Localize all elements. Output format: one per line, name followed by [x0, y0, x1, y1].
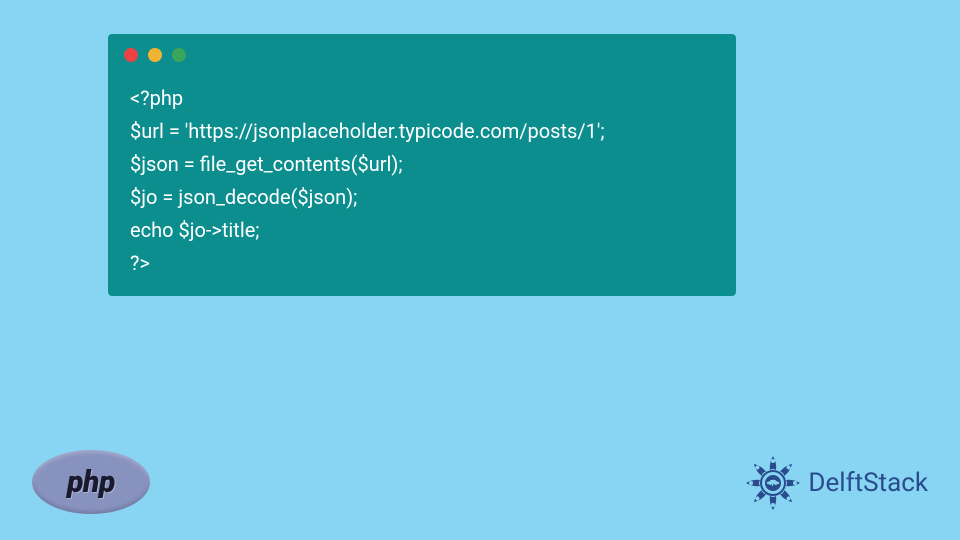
code-body: <?php $url = 'https://jsonplaceholder.ty… — [130, 82, 714, 280]
code-line: echo $jo->title; — [130, 214, 714, 247]
svg-text:</>: </> — [767, 478, 780, 488]
delftstack-logo-text: DelftStack — [808, 468, 928, 498]
php-logo: php — [32, 450, 150, 514]
code-line: ?> — [130, 247, 714, 280]
minimize-icon — [148, 48, 162, 62]
code-line: $jo = json_decode($json); — [130, 181, 714, 214]
code-window: <?php $url = 'https://jsonplaceholder.ty… — [108, 34, 736, 296]
code-line: <?php — [130, 82, 714, 115]
php-logo-text: php — [67, 465, 115, 500]
code-line: $json = file_get_contents($url); — [130, 148, 714, 181]
code-line: $url = 'https://jsonplaceholder.typicode… — [130, 115, 714, 148]
delftstack-logo: </> DelftStack — [744, 454, 928, 512]
close-icon — [124, 48, 138, 62]
php-ellipse-icon: php — [32, 450, 150, 514]
window-controls — [124, 48, 186, 62]
maximize-icon — [172, 48, 186, 62]
delftstack-gear-icon: </> — [744, 454, 802, 512]
